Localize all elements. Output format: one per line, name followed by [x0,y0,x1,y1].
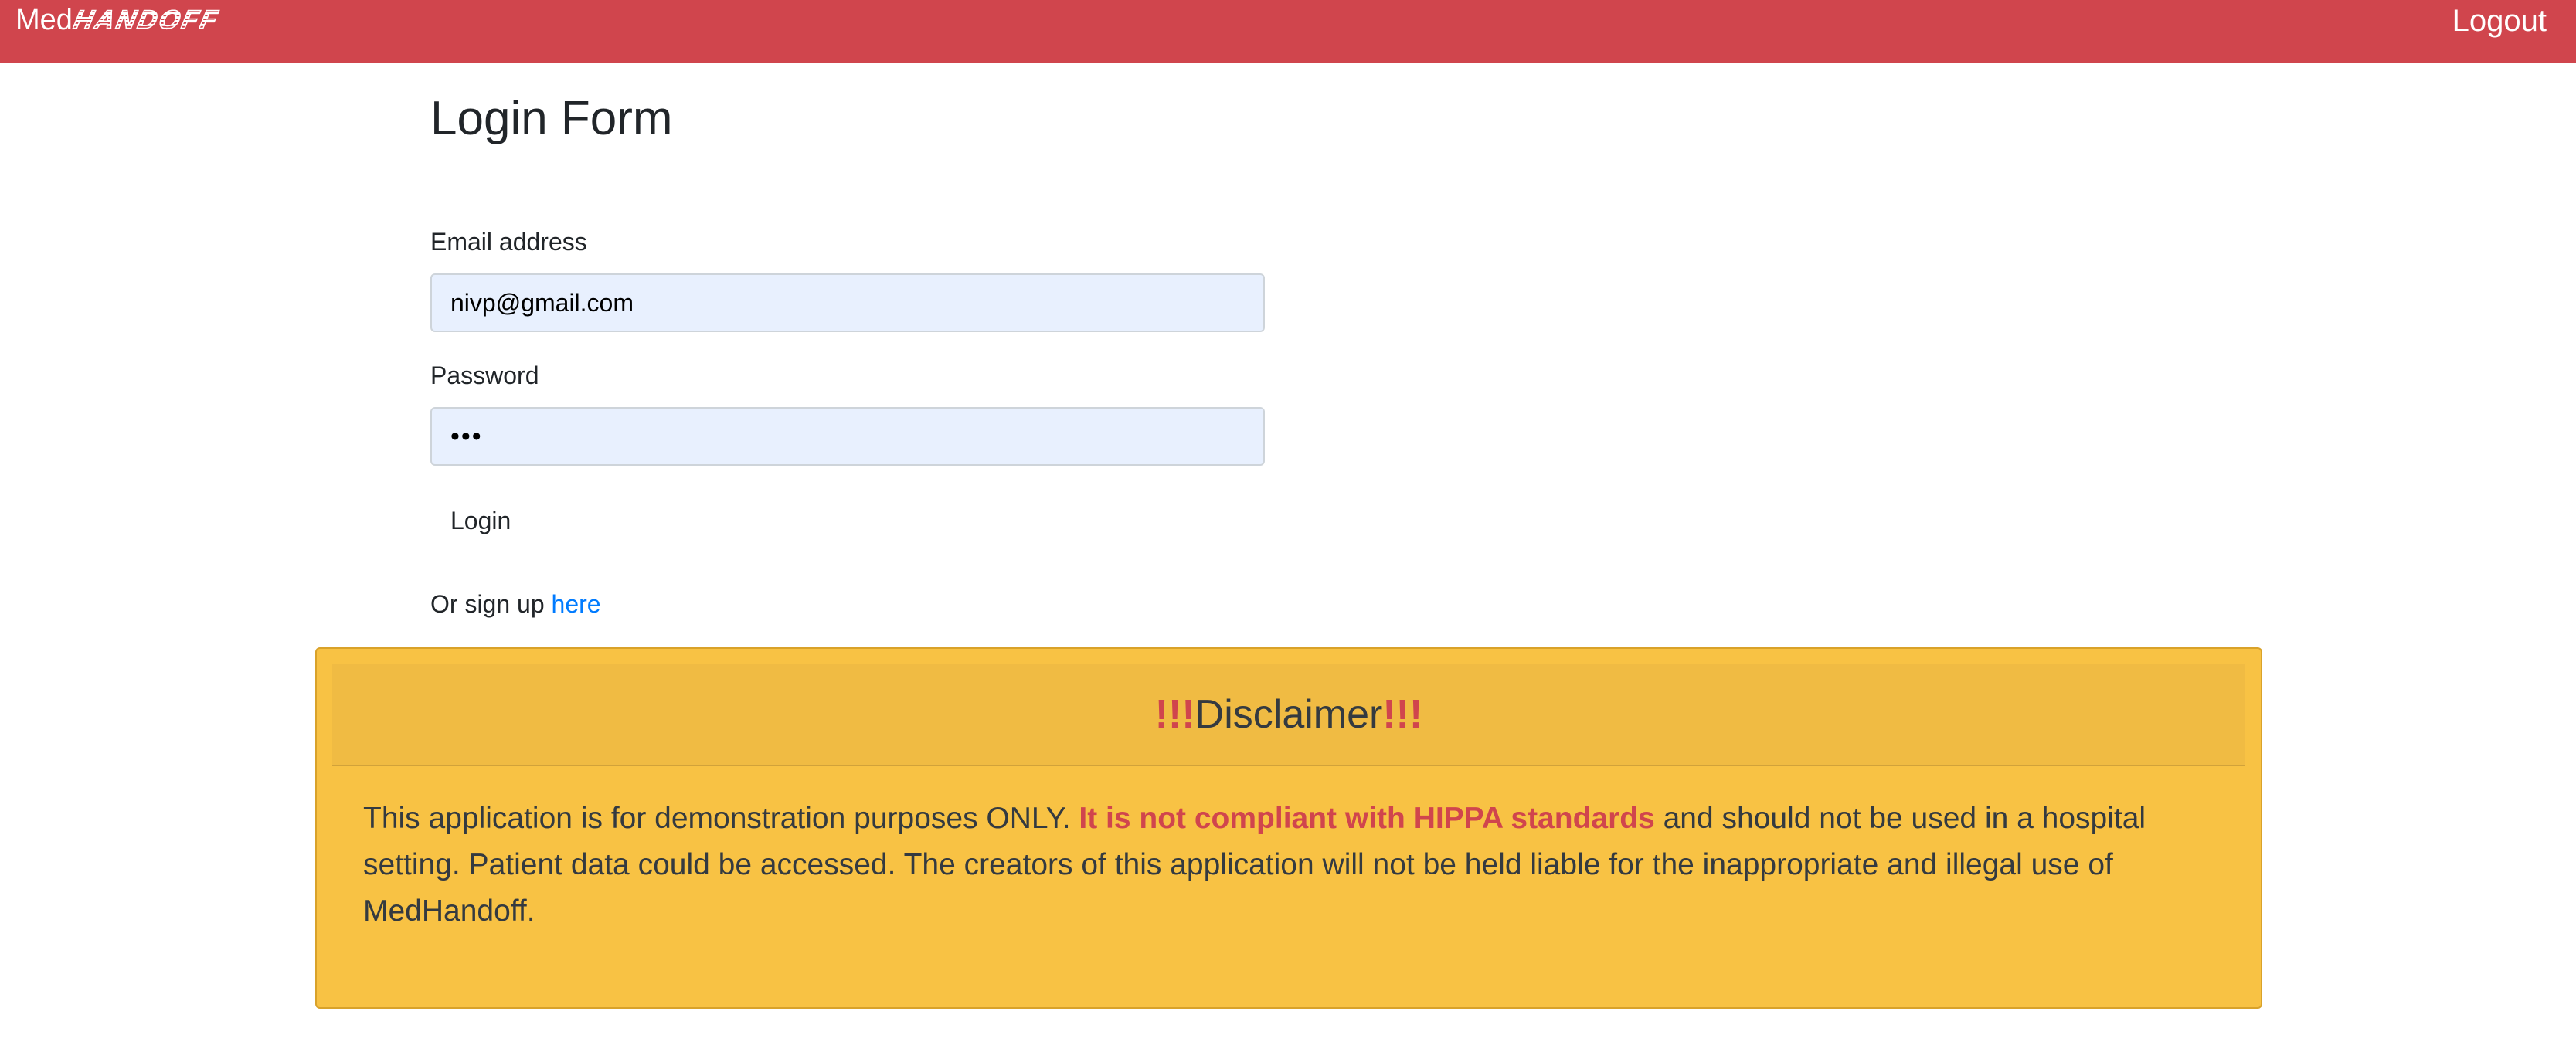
logout-link[interactable]: Logout [2452,3,2547,39]
signup-text: Or sign up [430,590,552,618]
page-title: Login Form [430,92,673,145]
top-navbar: Med HANDOFF Logout [0,0,2576,63]
disclaimer-header: !!!Disclaimer!!! [332,664,2245,766]
disclaimer-hippa-warning: It is not compliant with HIPPA standards [1079,802,1655,835]
disclaimer-bang-left: !!! [1154,692,1195,737]
disclaimer-body-start: This application is for demonstration pu… [363,802,1079,835]
login-button[interactable]: Login [430,494,531,547]
password-label: Password [430,361,539,389]
signup-link[interactable]: here [552,590,601,618]
disclaimer-bang-right: !!! [1382,692,1423,737]
password-input[interactable] [430,407,1265,466]
disclaimer-title: Disclaimer [1195,692,1383,737]
email-label: Email address [430,228,587,256]
signup-prompt: Or sign up here [430,589,601,619]
disclaimer-card: !!!Disclaimer!!! This application is for… [315,647,2262,1009]
disclaimer-body: This application is for demonstration pu… [363,796,2233,935]
brand-logo[interactable]: Med HANDOFF [15,4,223,36]
brand-prefix: Med [15,4,73,36]
brand-handoff-wordmark: HANDOFF [70,5,223,36]
email-input[interactable] [430,273,1265,332]
